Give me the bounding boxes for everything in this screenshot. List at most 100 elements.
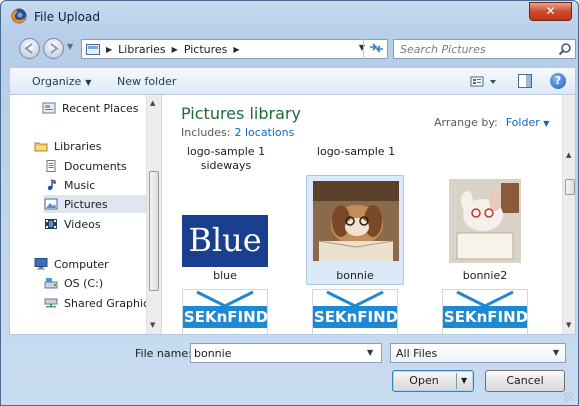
window-title: File Upload xyxy=(34,10,100,24)
library-title: Pictures library xyxy=(181,104,301,123)
forward-arrow-icon xyxy=(50,43,59,54)
open-split-divider xyxy=(456,373,457,389)
blue-thumbnail[interactable]: Blue xyxy=(182,215,268,267)
preview-pane-icon xyxy=(518,74,532,88)
file-upload-dialog: File Upload ✕ ▼ ▶ Libraries ▶ Pictures ▶… xyxy=(0,0,579,406)
file-item-blue[interactable]: blue xyxy=(175,269,275,282)
breadcrumb-libraries[interactable]: Libraries xyxy=(118,43,166,56)
recent-locations-dropdown[interactable]: ▼ xyxy=(67,42,73,51)
seknfind-thumbnail-1[interactable]: SEKnFIND xyxy=(182,289,268,334)
recent-places-icon xyxy=(42,102,56,114)
close-button[interactable]: ✕ xyxy=(529,2,572,21)
views-icon xyxy=(470,76,496,87)
navigation-pane[interactable]: Recent Places Libraries Documents Music … xyxy=(10,95,161,334)
computer-icon xyxy=(34,258,48,270)
preview-pane-button[interactable] xyxy=(518,74,532,88)
bonnie2-thumbnail[interactable] xyxy=(449,179,521,263)
file-view-scrollbar[interactable]: ▲ ▼ xyxy=(562,95,575,334)
nav-label: Shared Graphics xyxy=(64,296,155,310)
open-label: Open xyxy=(409,374,439,387)
libraries-icon xyxy=(34,142,48,152)
nav-label: Music xyxy=(64,178,96,192)
chevron-right-icon: ▶ xyxy=(171,44,178,54)
help-button[interactable]: ? xyxy=(550,73,566,89)
network-drive-icon xyxy=(44,298,58,308)
videos-icon xyxy=(45,219,57,229)
file-scroll-thumb[interactable] xyxy=(565,179,575,195)
address-bar[interactable]: ▶ Libraries ▶ Pictures ▶ ▼ xyxy=(81,39,388,59)
file-item-bonnie2[interactable]: bonnie2 xyxy=(435,269,535,282)
change-view-button[interactable] xyxy=(470,75,500,89)
resize-grip[interactable] xyxy=(564,392,574,402)
nav-label: Computer xyxy=(54,257,109,271)
breadcrumb-pictures[interactable]: Pictures xyxy=(184,43,228,56)
chevron-down-icon: ▼ xyxy=(543,119,550,128)
blue-thumb-text: Blue xyxy=(188,221,262,259)
chevron-right-icon: ▶ xyxy=(106,44,113,54)
file-view[interactable]: Pictures library Includes: 2 locations Ar… xyxy=(162,95,562,334)
seknfind-thumbnail-3[interactable]: SEKnFIND xyxy=(442,289,528,334)
file-name-dropdown[interactable]: ▼ xyxy=(367,348,373,357)
scroll-up-icon[interactable]: ▲ xyxy=(566,151,571,159)
scroll-down-icon[interactable]: ▼ xyxy=(150,321,155,329)
seknfind-text-3: SEKnFIND xyxy=(443,306,528,328)
music-icon xyxy=(47,179,56,191)
folder-view-icon xyxy=(86,44,100,55)
file-name-label: File name: xyxy=(135,347,192,360)
organize-label: Organize xyxy=(32,75,82,88)
file-item-logo-sample-1[interactable]: logo-sample 1 xyxy=(306,145,406,158)
nav-label: Documents xyxy=(64,159,127,173)
arrange-label: Arrange by: xyxy=(434,116,498,129)
search-box[interactable] xyxy=(393,39,576,59)
documents-icon xyxy=(46,160,56,172)
command-bar: Organize ▼ New folder ? xyxy=(9,67,576,95)
new-folder-button[interactable]: New folder xyxy=(117,75,176,88)
file-name-bonnie: bonnie xyxy=(336,269,374,282)
nav-label: Pictures xyxy=(64,197,108,211)
arrange-value: Folder xyxy=(505,116,540,129)
includes-label: Includes: xyxy=(181,126,231,139)
scroll-down-icon[interactable]: ▼ xyxy=(566,321,571,329)
open-button[interactable]: Open ▼ xyxy=(392,370,474,392)
refresh-button[interactable] xyxy=(363,39,387,59)
organize-button[interactable]: Organize ▼ xyxy=(32,75,91,88)
content-area: Recent Places Libraries Documents Music … xyxy=(9,95,576,335)
back-arrow-icon xyxy=(24,43,33,54)
nav-label: Recent Places xyxy=(62,101,139,115)
file-item-logo-sample-1-sideways[interactable]: logo-sample 1 sideways xyxy=(176,145,276,173)
chevron-right-icon[interactable]: ▶ xyxy=(233,45,239,54)
locations-link[interactable]: 2 locations xyxy=(234,126,294,139)
nav-label: OS (C:) xyxy=(64,276,104,290)
file-type-select[interactable]: All Files ▼ xyxy=(390,343,566,363)
nav-pane-scrollbar[interactable]: ▲ ▼ xyxy=(146,95,161,334)
file-type-value: All Files xyxy=(396,347,438,360)
chevron-down-icon: ▼ xyxy=(85,78,92,87)
scroll-up-icon[interactable]: ▲ xyxy=(150,99,155,107)
title-bar: File Upload ✕ xyxy=(1,1,578,31)
arrange-by-dropdown[interactable]: Folder ▼ xyxy=(506,116,550,129)
address-row: ▼ ▶ Libraries ▶ Pictures ▶ ▼ xyxy=(1,35,578,63)
help-icon: ? xyxy=(554,74,562,87)
nav-item-pictures[interactable]: Pictures xyxy=(44,195,148,213)
library-includes: Includes: 2 locations xyxy=(181,126,294,139)
close-icon: ✕ xyxy=(545,4,556,18)
nav-label: Libraries xyxy=(54,139,102,153)
nav-scroll-thumb[interactable] xyxy=(149,171,159,291)
search-input[interactable] xyxy=(400,42,550,56)
pictures-icon xyxy=(44,198,58,210)
forward-button[interactable] xyxy=(43,38,64,59)
drive-icon xyxy=(44,278,58,289)
nav-label: Videos xyxy=(64,217,101,231)
seknfind-text-2: SEKnFIND xyxy=(313,306,398,328)
bonnie-thumbnail[interactable] xyxy=(313,181,399,261)
cancel-button[interactable]: Cancel xyxy=(485,370,565,392)
seknfind-thumbnail-2[interactable]: SEKnFIND xyxy=(312,289,398,334)
file-name-input[interactable] xyxy=(190,343,382,363)
search-icon xyxy=(558,43,571,56)
seknfind-text-1: SEKnFIND xyxy=(183,306,268,328)
refresh-icon xyxy=(370,43,383,53)
firefox-icon xyxy=(11,8,27,24)
open-options-dropdown[interactable]: ▼ xyxy=(461,371,467,391)
arrange-by: Arrange by: Folder ▼ xyxy=(434,116,549,129)
back-button[interactable] xyxy=(19,38,40,59)
